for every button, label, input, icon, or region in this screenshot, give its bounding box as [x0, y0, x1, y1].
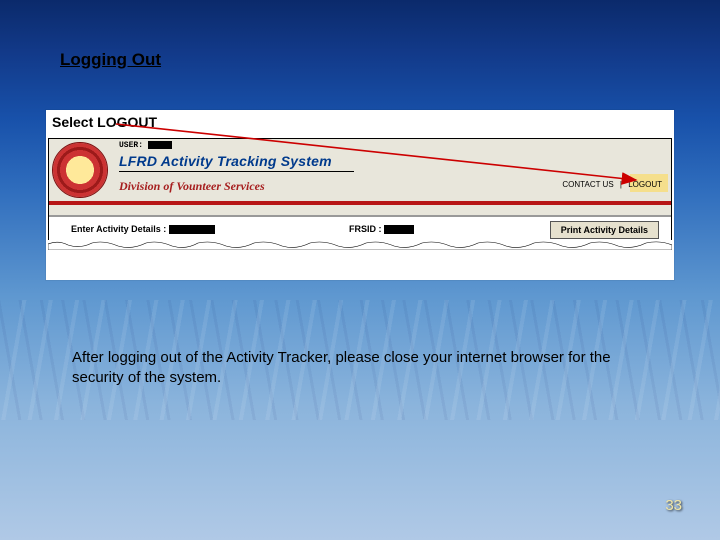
frsid-field: FRSID :: [349, 224, 414, 234]
frsid-label: FRSID :: [349, 224, 382, 234]
enter-activity-field: Enter Activity Details :: [71, 224, 215, 234]
system-title: LFRD Activity Tracking System: [119, 153, 332, 169]
user-label: USER:: [119, 141, 172, 150]
screenshot-header: USER: LFRD Activity Tracking System Divi…: [49, 139, 671, 205]
print-activity-button[interactable]: Print Activity Details: [550, 221, 659, 239]
division-label: Division of Vounteer Services: [119, 179, 265, 194]
contact-us-link[interactable]: CONTACT US: [559, 179, 616, 190]
frsid-redacted: [384, 225, 414, 234]
page-number: 33: [665, 497, 682, 514]
link-separator: |: [619, 180, 623, 189]
enter-activity-label: Enter Activity Details :: [71, 224, 166, 234]
app-screenshot: USER: LFRD Activity Tracking System Divi…: [48, 138, 672, 250]
instruction-note: After logging out of the Activity Tracke…: [72, 348, 632, 389]
user-label-text: USER:: [119, 141, 143, 150]
slide: Logging Out Select LOGOUT USER: LFRD Act…: [0, 0, 720, 540]
slide-title: Logging Out: [60, 50, 161, 70]
user-redacted: [148, 141, 172, 149]
instruction-panel: Select LOGOUT USER: LFRD Activity Tracki…: [46, 110, 674, 280]
torn-edge: [48, 240, 672, 250]
select-logout-label: Select LOGOUT: [52, 114, 157, 130]
seal-icon: [53, 143, 107, 197]
enter-activity-redacted: [169, 225, 215, 234]
logout-link[interactable]: LOGOUT: [625, 179, 665, 190]
top-links: CONTACT US | LOGOUT: [559, 179, 665, 190]
